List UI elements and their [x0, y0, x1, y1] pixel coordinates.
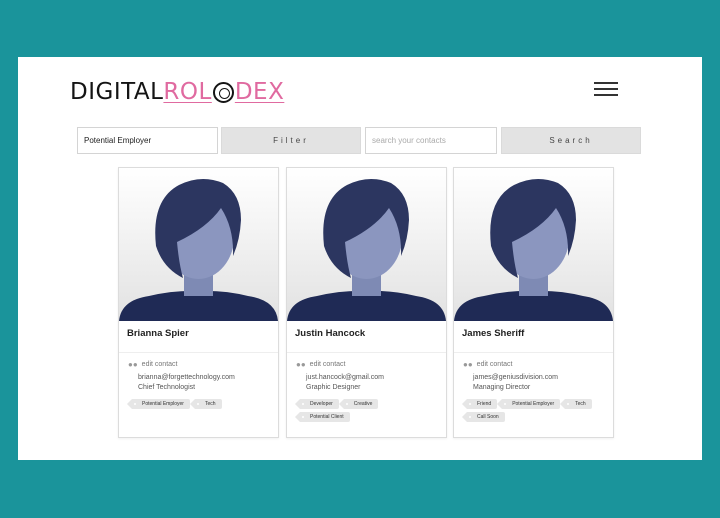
users-icon: ●●	[128, 360, 138, 369]
tag[interactable]: Tech	[560, 399, 592, 409]
contact-name: James Sheriff	[454, 321, 613, 353]
logo-text-rol: ROL	[163, 79, 212, 105]
filter-input-value: Potential Employer	[84, 136, 152, 145]
edit-contact-link[interactable]: ●● edit contact	[296, 360, 437, 369]
tag[interactable]: Call Soon	[462, 412, 505, 422]
contact-name: Brianna Spier	[119, 321, 278, 353]
edit-contact-link[interactable]: ●● edit contact	[128, 360, 269, 369]
edit-contact-label: edit contact	[141, 361, 178, 368]
edit-contact-label: edit contact	[309, 361, 346, 368]
hamburger-menu-icon[interactable]	[594, 82, 618, 97]
contact-card[interactable]: James Sheriff ●● edit contact james@geni…	[453, 167, 614, 438]
filter-button[interactable]: Filter	[221, 127, 361, 154]
contact-title: Chief Technologist	[138, 384, 196, 391]
avatar-placeholder-icon	[119, 168, 278, 321]
contact-title: Managing Director	[473, 384, 531, 391]
app-window: DIGITAL ROL DEX Potential Employer Filte…	[18, 57, 702, 460]
search-input-placeholder: search your contacts	[372, 136, 446, 145]
contact-email: james@geniusdivision.com	[473, 374, 558, 381]
tag[interactable]: Friend	[461, 399, 498, 409]
edit-contact-label: edit contact	[476, 361, 513, 368]
edit-contact-link[interactable]: ●● edit contact	[463, 360, 604, 369]
contact-title: Graphic Designer	[306, 384, 361, 391]
logo-text-digital: DIGITAL	[70, 79, 164, 105]
contact-email: just.hancock@gmail.com	[306, 374, 384, 381]
contact-name: Justin Hancock	[287, 321, 446, 353]
app-logo: DIGITAL ROL DEX	[70, 79, 284, 105]
tag[interactable]: Potential Employer	[497, 399, 561, 409]
avatar-placeholder-icon	[287, 168, 446, 321]
tag[interactable]: Tech	[190, 399, 222, 409]
contact-email: brianna@forgettechnology.com	[138, 374, 235, 381]
contact-card[interactable]: Justin Hancock ●● edit contact just.hanc…	[286, 167, 447, 438]
search-input[interactable]: search your contacts	[365, 127, 497, 154]
filter-input[interactable]: Potential Employer	[77, 127, 218, 154]
tag[interactable]: Potential Client	[295, 412, 350, 422]
search-button[interactable]: Search	[501, 127, 641, 154]
tag[interactable]: Creative	[338, 399, 379, 409]
logo-ring-icon	[212, 81, 234, 103]
avatar-placeholder-icon	[454, 168, 613, 321]
tag[interactable]: Developer	[295, 399, 339, 409]
users-icon: ●●	[463, 360, 473, 369]
tag[interactable]: Potential Employer	[127, 399, 190, 409]
contact-card[interactable]: Brianna Spier ●● edit contact brianna@fo…	[118, 167, 279, 438]
users-icon: ●●	[296, 360, 306, 369]
logo-text-dex: DEX	[234, 79, 285, 105]
